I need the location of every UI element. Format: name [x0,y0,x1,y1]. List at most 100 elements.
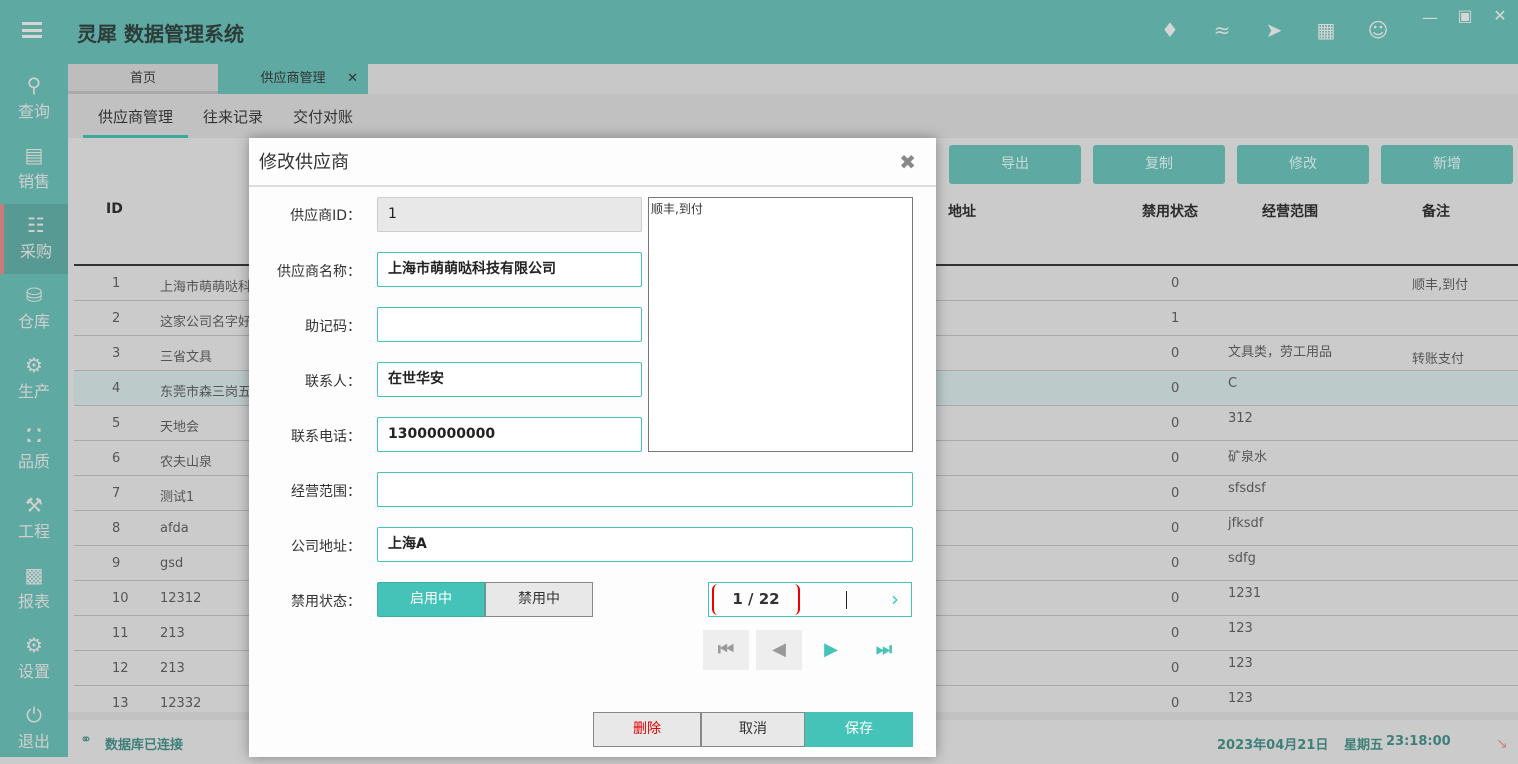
cell-id: 1 [112,276,121,291]
status-enabled-button[interactable]: 启用中 [377,582,485,617]
label-address: 公司地址： [291,539,361,555]
page-indicator: 1 / 22 [712,584,800,615]
next-arrow-icon[interactable]: › [891,587,899,611]
save-button[interactable]: 保存 [805,712,913,747]
cell-status: 0 [1171,556,1180,571]
wifi-icon[interactable]: ≈ [1210,18,1234,42]
column-header-remark[interactable]: 备注 [1422,201,1450,221]
copy-button[interactable]: 复制 [1093,145,1225,184]
delete-button[interactable]: 删除 [593,712,701,747]
cell-status: 0 [1171,346,1180,361]
sidebar-item-6[interactable]: ⚒ 工程 [0,484,68,554]
sidebar-item-label: 退出 [17,732,50,751]
cell-id: 13 [112,696,129,711]
weekday: 星期五 [1344,738,1384,753]
close-icon[interactable]: ✕ [1488,4,1512,28]
cell-name: gsd [160,556,184,571]
wrench-icon: ⚒ [25,493,43,517]
column-header-status[interactable]: 禁用状态 [1142,201,1198,221]
resize-icon[interactable]: ↘ [1496,736,1508,752]
cell-scope: 1231 [1228,586,1262,601]
subtab-reconciliation[interactable]: 交付对账 [293,94,353,138]
column-header-address[interactable]: 地址 [948,201,976,221]
cell-scope: 矿泉水 [1228,450,1268,465]
cell-id: 4 [112,381,121,396]
cell-name: 三省文具 [160,350,213,365]
previous-record-icon[interactable]: ◀ [756,630,802,670]
cell-status: 0 [1171,591,1180,606]
cell-scope: 文具类，劳工用品 [1228,345,1333,360]
calculator-icon[interactable]: ▦ [1314,18,1338,42]
cell-name: 12312 [160,591,202,606]
cell-name: 12332 [160,696,202,711]
address-field[interactable]: 上海A [377,527,913,562]
edit-button[interactable]: 修改 [1237,145,1369,184]
sidebar-item-8[interactable]: ⚙ 设置 [0,624,68,694]
dialog-close-icon[interactable]: ✖ [899,150,916,174]
column-header-scope[interactable]: 经营范围 [1262,201,1318,221]
add-button[interactable]: 新增 [1381,145,1513,184]
sidebar-item-4[interactable]: ⚙ 生产 [0,344,68,414]
supplier-id-field[interactable]: 1 [377,197,642,232]
tab-home[interactable]: 首页 [68,64,218,94]
cell-status: 0 [1171,276,1180,291]
cell-scope: 123 [1228,621,1253,636]
sidebar-item-9[interactable]: ⏻ 退出 [0,694,68,764]
date: 2023年04月21日 [1217,738,1329,753]
sidebar-item-5[interactable]: ⛚ 品质 [0,414,68,484]
tab-supplier-management[interactable]: 供应商管理 ✕ [218,64,368,94]
subtab-supplier-management[interactable]: 供应商管理 [83,94,188,138]
cell-status: 0 [1171,696,1180,711]
cell-scope: 123 [1228,656,1253,671]
user-icon[interactable]: ☺ [1366,18,1390,42]
remark-textarea[interactable]: 顺丰,到付 [648,197,913,452]
status-disabled-button[interactable]: 禁用中 [485,582,593,617]
cell-name: 213 [160,626,185,641]
shield-icon: ⛚ [26,423,42,447]
column-header-id[interactable]: ID [106,201,123,217]
last-record-icon[interactable]: ⏭ [861,630,907,670]
label-contact: 联系人： [305,374,361,390]
maximize-icon[interactable]: ▣ [1453,4,1477,28]
tab-bar: 首页 供应商管理 ✕ [68,64,1518,94]
export-button[interactable]: 导出 [949,145,1081,184]
label-code: 助记码： [305,319,361,335]
sidebar-item-label: 查询 [17,102,50,121]
gears-icon: ⚙ [25,353,43,377]
contact-field[interactable]: 在世华安 [377,362,642,397]
cell-name: 这家公司名字好 [160,315,252,330]
cell-remark: 顺丰,到付 [1412,278,1469,293]
cell-status: 0 [1171,381,1180,396]
label-name: 供应商名称： [277,264,361,280]
sidebar-item-label: 报表 [17,592,50,611]
subtab-records[interactable]: 往来记录 [203,94,263,138]
supplier-name-field[interactable]: 上海市萌萌哒科技有限公司 [377,252,642,287]
tab-close-icon[interactable]: ✕ [347,64,358,94]
cell-scope: sfsdsf [1228,481,1266,496]
cell-id: 12 [112,661,129,676]
sidebar-item-label: 工程 [17,522,50,541]
next-record-icon[interactable]: ▶ [808,630,854,670]
menu-icon[interactable] [22,22,42,38]
cell-id: 5 [112,416,121,431]
cell-name: 东莞市森三岗五 [160,385,252,400]
cancel-button[interactable]: 取消 [701,712,805,747]
tab-label: 首页 [129,71,156,86]
app-title: 灵犀 数据管理系统 [77,22,244,46]
business-scope-field[interactable] [377,472,913,507]
text-cursor [846,591,847,609]
sidebar-item-2[interactable]: ☷ 采购 [0,204,68,274]
minimize-icon[interactable]: — [1418,6,1442,30]
first-record-icon[interactable]: ⏮ [703,630,749,670]
mnemonic-code-field[interactable] [377,307,642,342]
cell-name: 农夫山泉 [160,455,213,470]
tag-icon[interactable]: ♦ [1158,18,1182,42]
sidebar-item-3[interactable]: ⛁ 仓库 [0,274,68,344]
sidebar-item-7[interactable]: ▩ 报表 [0,554,68,624]
sidebar-item-0[interactable]: ⚲ 查询 [0,64,68,134]
send-icon[interactable]: ➤ [1262,18,1286,42]
phone-field[interactable]: 13000000000 [377,417,642,452]
cell-id: 7 [112,486,121,501]
cell-name: afda [160,521,189,536]
sidebar-item-1[interactable]: ▤ 销售 [0,134,68,204]
